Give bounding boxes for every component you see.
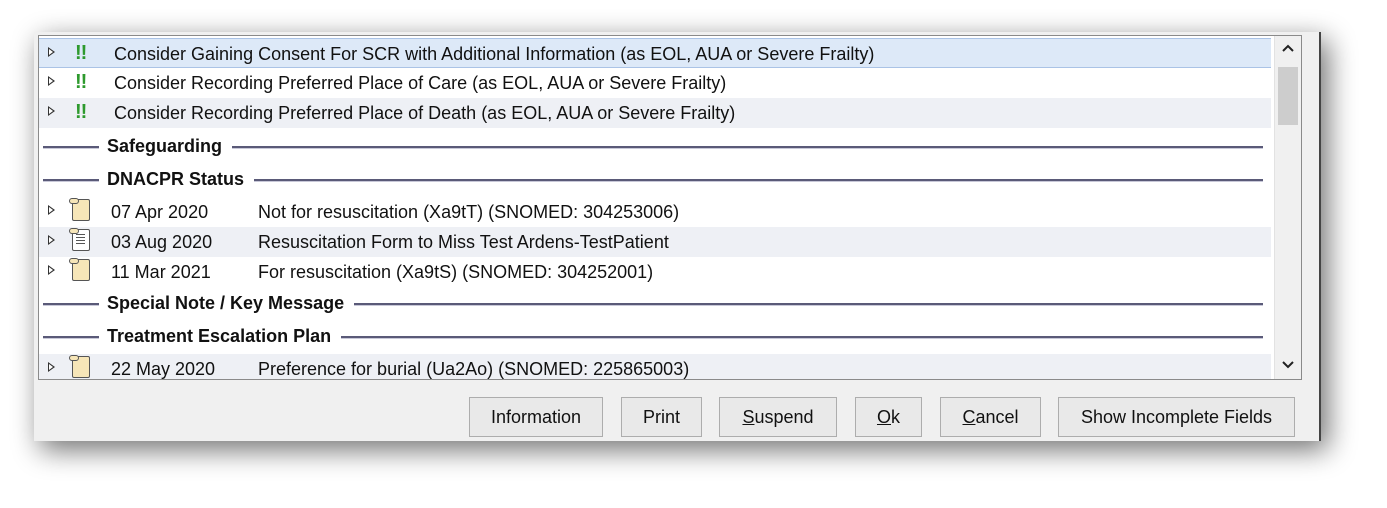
alert-text: Consider Gaining Consent For SCR with Ad… [114, 44, 875, 64]
section-title: Special Note / Key Message [99, 293, 355, 314]
alert-priority-icon: !! [75, 42, 87, 64]
alert-row[interactable]: !! Consider Recording Preferred Place of… [39, 98, 1271, 128]
scroll-up-icon[interactable] [1275, 36, 1301, 62]
suspend-button[interactable]: Suspend [719, 397, 837, 437]
expand-arrow-icon[interactable] [48, 362, 55, 372]
alert-row[interactable]: !! Consider Gaining Consent For SCR with… [39, 38, 1271, 68]
entry-date: 22 May 2020 [111, 359, 216, 379]
entry-description: For resuscitation (Xa9tS) (SNOMED: 30425… [258, 262, 654, 282]
scroll-thumb[interactable] [1278, 67, 1298, 125]
expand-arrow-icon[interactable] [48, 205, 55, 215]
entry-date: 07 Apr 2020 [111, 202, 209, 222]
suspend-label: uspend [754, 407, 814, 427]
entry-date: 03 Aug 2020 [111, 232, 213, 252]
vertical-scrollbar[interactable] [1274, 36, 1301, 379]
expand-arrow-icon[interactable] [48, 106, 55, 116]
cancel-accelerator: C [962, 407, 976, 427]
section-header-dnacpr: DNACPR Status [39, 164, 1271, 194]
section-title: DNACPR Status [99, 169, 255, 190]
cancel-button[interactable]: Cancel [940, 397, 1041, 437]
scroll-down-icon[interactable] [1275, 353, 1301, 379]
expand-arrow-icon[interactable] [48, 76, 55, 86]
treatment-entry-row[interactable]: 22 May 2020 Preference for burial (Ua2Ao… [39, 354, 1271, 379]
expand-arrow-icon[interactable] [48, 47, 55, 57]
alert-text: Consider Recording Preferred Place of Ca… [114, 73, 727, 93]
ok-accelerator: O [876, 407, 891, 427]
dnacpr-entry-row[interactable]: 03 Aug 2020 Resuscitation Form to Miss T… [39, 227, 1271, 257]
cancel-label: ancel [975, 407, 1019, 427]
alert-priority-icon: !! [75, 71, 87, 93]
alert-text: Consider Recording Preferred Place of De… [114, 103, 736, 123]
section-title: Treatment Escalation Plan [99, 326, 342, 347]
section-title: Safeguarding [99, 136, 233, 157]
dnacpr-entry-row[interactable]: 11 Mar 2021 For resuscitation (Xa9tS) (S… [39, 257, 1271, 287]
form-document-icon [69, 228, 90, 251]
alert-priority-icon: !! [75, 101, 87, 123]
scroll-icon [69, 198, 90, 221]
dnacpr-entry-row[interactable]: 07 Apr 2020 Not for resuscitation (Xa9tT… [39, 197, 1271, 227]
suspend-accelerator: S [742, 407, 755, 427]
alert-row[interactable]: !! Consider Recording Preferred Place of… [39, 68, 1271, 98]
section-header-special-note: Special Note / Key Message [39, 288, 1271, 318]
show-incomplete-fields-button[interactable]: Show Incomplete Fields [1058, 397, 1295, 437]
summary-panel: !! Consider Gaining Consent For SCR with… [38, 35, 1302, 380]
expand-arrow-icon[interactable] [48, 265, 55, 275]
scroll-icon [69, 355, 90, 378]
entry-description: Preference for burial (Ua2Ao) (SNOMED: 2… [258, 359, 690, 379]
dialog-window: !! Consider Gaining Consent For SCR with… [34, 32, 1321, 441]
information-button[interactable]: Information [469, 397, 603, 437]
section-header-safeguarding: Safeguarding [39, 131, 1271, 161]
section-header-treatment-escalation: Treatment Escalation Plan [39, 321, 1271, 351]
scroll-icon [69, 258, 90, 281]
entry-date: 11 Mar 2021 [111, 262, 211, 282]
print-button[interactable]: Print [621, 397, 702, 437]
ok-button[interactable]: Ok [855, 397, 922, 437]
expand-arrow-icon[interactable] [48, 235, 55, 245]
entry-description: Not for resuscitation (Xa9tT) (SNOMED: 3… [258, 202, 680, 222]
ok-label: k [891, 407, 900, 427]
entry-description: Resuscitation Form to Miss Test Ardens-T… [258, 232, 669, 252]
